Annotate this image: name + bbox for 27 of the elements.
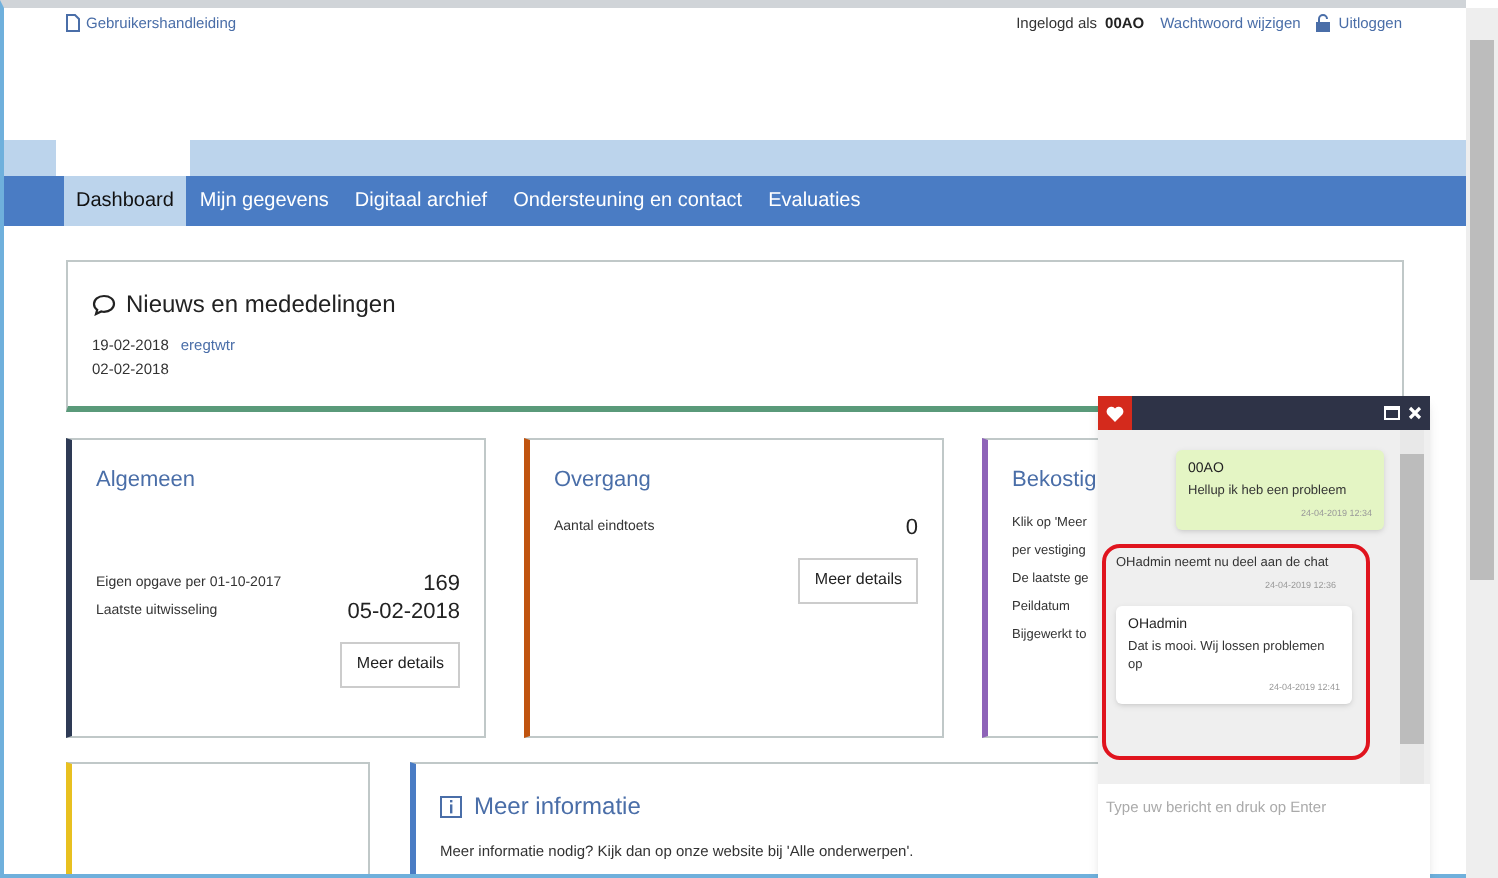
nav-tab[interactable]: Dashboard: [64, 176, 186, 226]
nav-tab[interactable]: Ondersteuning en contact: [501, 176, 755, 226]
row-value: 05-02-2018: [347, 597, 460, 625]
info-icon: [440, 795, 462, 817]
heart-icon: [1106, 405, 1124, 421]
card-title: Bekostig: [1012, 466, 1097, 496]
row-value: 0: [905, 513, 918, 541]
chat-scroll-thumb[interactable]: [1400, 454, 1424, 744]
card-title: Algemeen: [96, 466, 196, 496]
card-title: Overgang: [554, 466, 651, 496]
nav-tab[interactable]: Mijn gegevens: [187, 176, 341, 226]
maximize-icon: [1384, 406, 1400, 420]
scrollbar[interactable]: [1466, 8, 1498, 878]
scroll-thumb[interactable]: [1470, 40, 1494, 580]
heart-button[interactable]: [1098, 396, 1132, 430]
details-button[interactable]: Meer details: [340, 641, 460, 687]
close-icon: [1408, 406, 1422, 420]
nav-tab[interactable]: Evaluaties: [756, 176, 873, 226]
document-icon: [66, 14, 80, 33]
padlock-icon: [1316, 14, 1331, 33]
speech-bubble-icon: [92, 293, 116, 315]
row-value: 169: [423, 569, 460, 597]
info-title: Meer informatie: [474, 790, 641, 824]
nav-tab[interactable]: Digitaal archief: [342, 176, 500, 226]
chat-scrollbar[interactable]: [1400, 430, 1424, 784]
details-button[interactable]: Meer details: [798, 557, 918, 603]
news-title: Nieuws en mededelingen: [126, 288, 396, 322]
